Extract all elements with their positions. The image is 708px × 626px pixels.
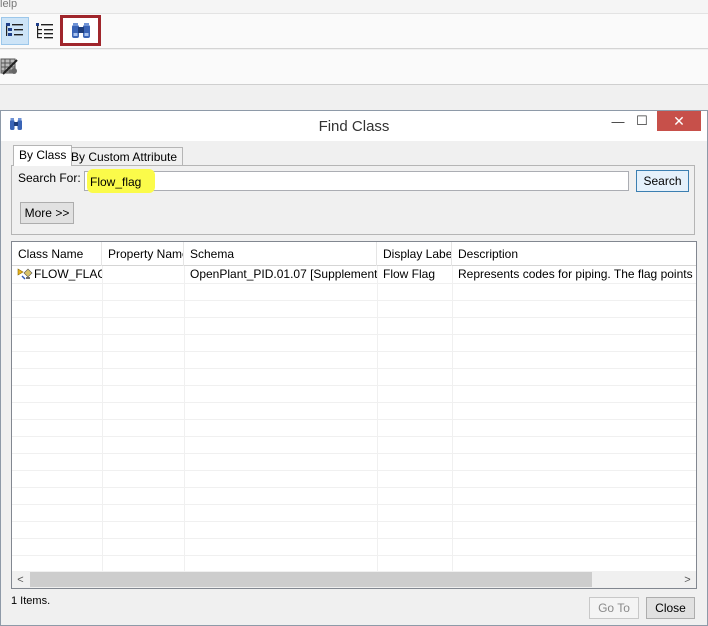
grid-row-divider bbox=[12, 334, 696, 335]
class-name-value: FLOW_FLAG bbox=[34, 267, 102, 281]
class-name-cell: FLOW_FLAG bbox=[12, 266, 102, 283]
grid-header: Class Name Property Name Schema Display … bbox=[12, 242, 696, 266]
tab-by-custom-attribute[interactable]: By Custom Attribute bbox=[65, 147, 184, 165]
go-to-button[interactable]: Go To bbox=[589, 597, 639, 619]
secondary-toolbar bbox=[0, 50, 708, 85]
binoculars-icon bbox=[71, 22, 90, 38]
flow-flag-icon bbox=[17, 268, 33, 280]
schema-cell: OpenPlant_PID.01.07 [Supplemented] bbox=[190, 267, 377, 281]
workspace-strip bbox=[0, 86, 708, 110]
display-label-cell: Flow Flag bbox=[383, 267, 436, 281]
col-class-name[interactable]: Class Name bbox=[12, 242, 102, 266]
col-display-label[interactable]: Display Label bbox=[377, 242, 452, 266]
search-button[interactable]: Search bbox=[636, 170, 689, 192]
col-schema[interactable]: Schema bbox=[184, 242, 377, 266]
status-text: 1 Items. bbox=[11, 595, 51, 607]
grid-row-divider bbox=[12, 487, 696, 488]
grid-row-divider bbox=[12, 402, 696, 403]
close-window-button[interactable]: ✕ bbox=[657, 111, 701, 131]
menu-help-partial[interactable]: lelp bbox=[0, 0, 17, 10]
grid-row-divider bbox=[12, 385, 696, 386]
search-value: Flow_flag bbox=[90, 175, 142, 189]
description-cell: Represents codes for piping. The flag po… bbox=[458, 267, 696, 281]
grid-row-divider bbox=[12, 419, 696, 420]
col-description[interactable]: Description bbox=[452, 242, 696, 266]
grid-row-divider bbox=[12, 470, 696, 471]
minimize-icon: — bbox=[611, 113, 625, 129]
maximize-button[interactable]: ☐ bbox=[629, 111, 655, 131]
dialog-title: Find Class bbox=[318, 118, 390, 135]
class-list-icon bbox=[6, 23, 23, 36]
search-input[interactable]: Flow_flag bbox=[84, 169, 629, 193]
menu-bar: lelp bbox=[0, 0, 708, 13]
grid-settings-button[interactable] bbox=[0, 53, 24, 81]
scroll-right-icon[interactable]: > bbox=[679, 571, 696, 588]
dialog-titlebar[interactable]: Find Class — ☐ ✕ bbox=[1, 111, 707, 141]
results-grid: Class Name Property Name Schema Display … bbox=[11, 241, 697, 589]
grid-body: FLOW_FLAG OpenPlant_PID.01.07 [Supplemen… bbox=[12, 266, 696, 571]
grid-row-divider bbox=[12, 436, 696, 437]
grid-settings-icon bbox=[0, 58, 18, 75]
class-tree-button[interactable] bbox=[31, 17, 59, 45]
grid-row-divider bbox=[12, 555, 696, 556]
main-toolbar bbox=[0, 13, 708, 49]
close-button[interactable]: Close bbox=[646, 597, 695, 619]
by-class-panel: Search For: Flow_flag Search More >> bbox=[11, 165, 695, 235]
grid-row-divider bbox=[12, 368, 696, 369]
class-tree-icon bbox=[36, 23, 53, 39]
grid-row-divider bbox=[12, 521, 696, 522]
property-name-cell bbox=[102, 266, 184, 283]
find-class-button[interactable] bbox=[60, 15, 101, 46]
close-icon: ✕ bbox=[673, 112, 685, 129]
grid-row-divider bbox=[12, 351, 696, 352]
more-button[interactable]: More >> bbox=[20, 202, 74, 224]
grid-row-divider bbox=[12, 504, 696, 505]
class-list-button[interactable] bbox=[1, 17, 29, 45]
maximize-icon: ☐ bbox=[636, 113, 648, 128]
tab-by-class[interactable]: By Class bbox=[13, 145, 73, 166]
grid-row-divider bbox=[12, 453, 696, 454]
grid-row-divider bbox=[12, 317, 696, 318]
find-class-dialog: Find Class — ☐ ✕ By Class By Custom Attr… bbox=[0, 110, 708, 626]
scroll-left-icon[interactable]: < bbox=[12, 571, 29, 588]
scroll-thumb[interactable] bbox=[30, 572, 592, 587]
col-property-name[interactable]: Property Name bbox=[102, 242, 184, 266]
minimize-button[interactable]: — bbox=[605, 111, 631, 131]
search-for-label: Search For: bbox=[18, 171, 81, 185]
horizontal-scrollbar[interactable]: < > bbox=[12, 571, 696, 588]
grid-row-divider bbox=[12, 538, 696, 539]
grid-row-divider bbox=[12, 283, 696, 284]
grid-row-divider bbox=[12, 300, 696, 301]
